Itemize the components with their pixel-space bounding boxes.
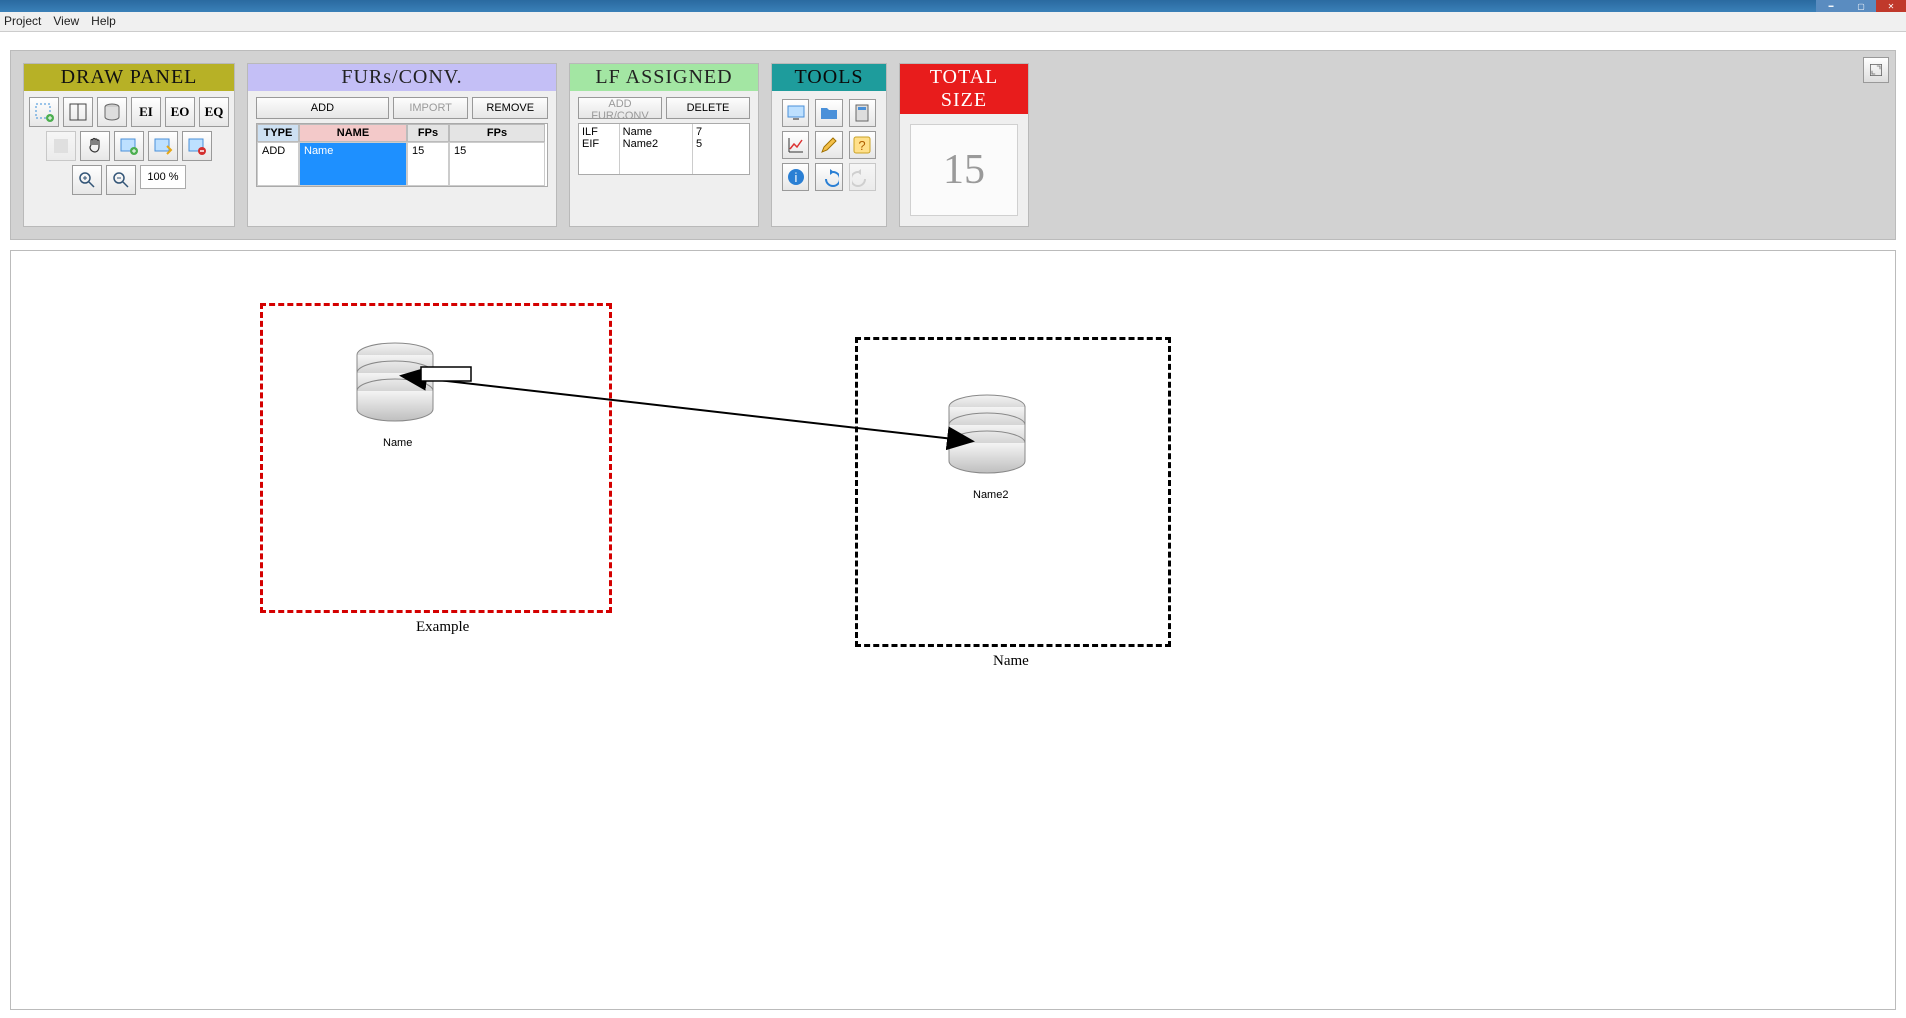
tool-image-export[interactable] (148, 131, 178, 161)
lf-grid[interactable]: ILF EIF Name Name2 7 5 (578, 123, 750, 175)
tool-ei[interactable]: EI (131, 97, 161, 127)
furs-remove-button[interactable]: REMOVE (472, 97, 548, 119)
furs-header-fps2: FPs (449, 124, 545, 142)
database-node-name-label: Name (383, 437, 412, 449)
image-delete-icon (187, 136, 207, 156)
tool-database[interactable] (97, 97, 127, 127)
dashed-rect-add-icon (34, 102, 54, 122)
svg-text:i: i (794, 170, 797, 185)
help-icon: ? (852, 135, 872, 155)
furs-cell-fp2: 15 (449, 142, 545, 186)
panel-total: TOTAL SIZE 15 (899, 63, 1029, 227)
tool-image-add[interactable] (114, 131, 144, 161)
pencil-icon (819, 135, 839, 155)
furs-cell-name[interactable]: Name (299, 142, 407, 186)
blank-icon (51, 136, 71, 156)
zoom-out-icon (111, 170, 131, 190)
lf-row2-name: Name2 (623, 138, 689, 150)
folder-icon (819, 103, 839, 123)
ribbon-expand-button[interactable] (1863, 57, 1889, 83)
eo-label: EO (171, 104, 190, 120)
lf-row1-val: 7 (696, 126, 746, 138)
zoom-percentage[interactable]: 100 % (140, 165, 186, 189)
lf-delete-button[interactable]: DELETE (666, 97, 750, 119)
tool-disabled-1 (46, 131, 76, 161)
panel-furs-header: FURs/CONV. (248, 64, 556, 91)
svg-text:?: ? (859, 138, 866, 153)
tool-screen[interactable] (782, 99, 809, 127)
furs-header-fps1: FPs (407, 124, 449, 142)
redo-icon (852, 167, 872, 187)
furs-header-name: NAME (299, 124, 407, 142)
tool-redo (849, 163, 876, 191)
panel-tools-header: TOOLS (772, 64, 886, 91)
boundary-box-name-caption: Name (993, 653, 1029, 670)
tool-edit[interactable] (815, 131, 842, 159)
zoom-out-button[interactable] (106, 165, 136, 195)
window-title-bar: ━ ▢ ✕ (0, 0, 1906, 12)
panel-draw: DRAW PANEL EI EO EQ (23, 63, 235, 227)
panel-furs: FURs/CONV. ADD IMPORT REMOVE TYPE NAME F… (247, 63, 557, 227)
ei-label: EI (139, 104, 153, 120)
furs-add-button[interactable]: ADD (256, 97, 389, 119)
ribbon: DRAW PANEL EI EO EQ (10, 50, 1896, 240)
lf-add-button: ADD FUR/CONV (578, 97, 662, 119)
furs-grid[interactable]: TYPE NAME FPs FPs ADD Name 15 15 (256, 123, 548, 187)
info-icon: i (786, 167, 806, 187)
furs-header-type: TYPE (257, 124, 299, 142)
box-split-icon (68, 102, 88, 122)
monitor-icon (786, 103, 806, 123)
chart-icon (786, 135, 806, 155)
lf-row1-name: Name (623, 126, 689, 138)
tool-undo[interactable] (815, 163, 842, 191)
tool-new-rect[interactable] (29, 97, 59, 127)
tool-pan[interactable] (80, 131, 110, 161)
furs-import-button: IMPORT (393, 97, 469, 119)
tool-folder[interactable] (815, 99, 842, 127)
tool-help[interactable]: ? (849, 131, 876, 159)
window-maximize-button[interactable]: ▢ (1846, 0, 1876, 12)
boundary-box-example-caption: Example (416, 619, 469, 636)
lf-row2-val: 5 (696, 138, 746, 150)
menu-bar: Project View Help (0, 12, 1906, 32)
tool-eo[interactable]: EO (165, 97, 195, 127)
furs-row[interactable]: ADD Name 15 15 (257, 142, 547, 186)
boundary-box-name[interactable] (855, 337, 1171, 647)
image-add-icon (119, 136, 139, 156)
window-close-button[interactable]: ✕ (1876, 0, 1906, 12)
panel-tools: TOOLS ? i (771, 63, 887, 227)
panel-total-header: TOTAL SIZE (900, 64, 1028, 114)
database-node-name2-label: Name2 (973, 489, 1008, 501)
lf-row1-type: ILF (582, 126, 616, 138)
tool-eq[interactable]: EQ (199, 97, 229, 127)
total-size-value: 15 (910, 124, 1018, 216)
hand-icon (85, 136, 105, 156)
connector-arrow (11, 251, 1491, 1010)
zoom-in-icon (77, 170, 97, 190)
lf-row2-type: EIF (582, 138, 616, 150)
tool-calc[interactable] (849, 99, 876, 127)
menu-help[interactable]: Help (91, 14, 116, 29)
expand-icon (1868, 62, 1884, 78)
diagram-canvas[interactable]: Example Name Name (10, 250, 1896, 1010)
tool-chart[interactable] (782, 131, 809, 159)
window-minimize-button[interactable]: ━ (1816, 0, 1846, 12)
undo-icon (819, 167, 839, 187)
zoom-in-button[interactable] (72, 165, 102, 195)
database-icon (102, 102, 122, 122)
tool-info[interactable]: i (782, 163, 809, 191)
boundary-box-example[interactable] (260, 303, 612, 613)
menu-project[interactable]: Project (4, 14, 41, 29)
furs-cell-fp1: 15 (407, 142, 449, 186)
tool-split-rect[interactable] (63, 97, 93, 127)
calculator-icon (852, 103, 872, 123)
eq-label: EQ (205, 104, 224, 120)
furs-cell-type: ADD (257, 142, 299, 186)
tool-image-delete[interactable] (182, 131, 212, 161)
panel-draw-header: DRAW PANEL (24, 64, 234, 91)
panel-lf-header: LF ASSIGNED (570, 64, 758, 91)
panel-lf: LF ASSIGNED ADD FUR/CONV DELETE ILF EIF … (569, 63, 759, 227)
image-export-icon (153, 136, 173, 156)
menu-view[interactable]: View (53, 14, 79, 29)
